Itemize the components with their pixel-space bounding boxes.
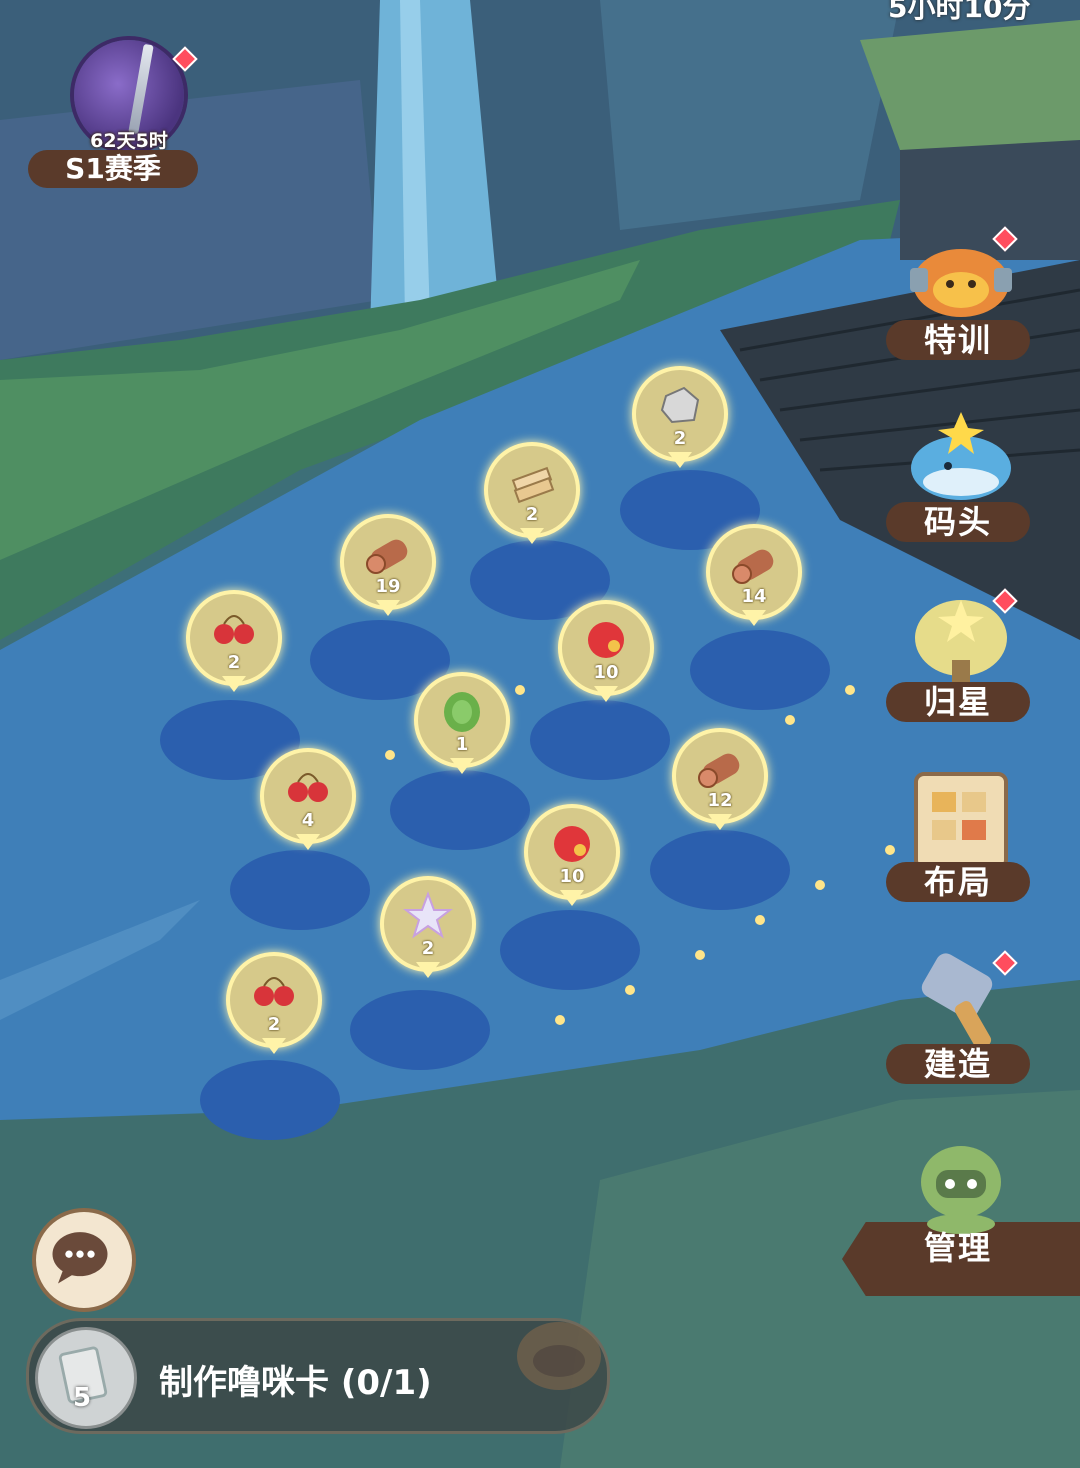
resource-bubble-log[interactable]: 19 bbox=[340, 514, 436, 624]
resource-bubble-berries[interactable]: 4 bbox=[260, 748, 356, 858]
resource-bubble-log[interactable]: 12 bbox=[672, 728, 768, 838]
resource-bubble-plank[interactable]: 2 bbox=[484, 442, 580, 552]
menu-training-button[interactable]: 特训 bbox=[878, 226, 1038, 378]
resource-count: 2 bbox=[227, 652, 241, 673]
menu-manage-label: 管理 bbox=[923, 1229, 992, 1267]
resource-count: 2 bbox=[673, 428, 687, 449]
red-fruit-icon bbox=[588, 622, 624, 658]
red-fruit-icon bbox=[554, 826, 590, 862]
season-time-left: 62天5时 bbox=[90, 130, 168, 152]
menu-star-button[interactable]: 归星 bbox=[878, 588, 1038, 740]
card-icon bbox=[35, 1327, 137, 1429]
star-crystal-icon bbox=[403, 891, 453, 939]
menu-layout-button[interactable]: 布局 bbox=[878, 770, 1038, 920]
menu-dock-label: 码头 bbox=[886, 502, 1030, 542]
leaf-icon bbox=[444, 692, 480, 732]
task-bar[interactable]: 5 制作噜咪卡 (0/1) bbox=[26, 1318, 610, 1434]
menu-star-label: 归星 bbox=[886, 682, 1030, 722]
resource-bubble-berries[interactable]: 2 bbox=[226, 952, 322, 1062]
resource-bubble-red-fruit[interactable]: 10 bbox=[524, 804, 620, 914]
resource-count: 19 bbox=[375, 576, 401, 597]
menu-layout-label: 布局 bbox=[886, 862, 1030, 902]
resource-count: 2 bbox=[525, 504, 539, 525]
menu-build-label: 建造 bbox=[886, 1044, 1030, 1084]
log-icon bbox=[732, 549, 774, 584]
menu-manage-button[interactable]: 管理 bbox=[878, 1136, 1038, 1286]
berries-icon bbox=[214, 615, 254, 644]
log-icon bbox=[698, 753, 740, 788]
resource-count: 14 bbox=[741, 586, 767, 607]
raccoon-icon bbox=[517, 1322, 601, 1390]
berries-icon bbox=[288, 773, 328, 802]
resource-count: 1 bbox=[455, 734, 469, 755]
stone-icon bbox=[660, 386, 700, 424]
resource-bubble-leaf[interactable]: 1 bbox=[414, 672, 510, 782]
resource-count: 2 bbox=[421, 938, 435, 959]
resource-bubble-berries[interactable]: 2 bbox=[186, 590, 282, 700]
menu-build-button[interactable]: 建造 bbox=[878, 950, 1038, 1102]
task-count: 5 bbox=[73, 1383, 92, 1413]
robot-icon bbox=[921, 1146, 1001, 1234]
resource-bubble-red-fruit[interactable]: 10 bbox=[558, 600, 654, 710]
resource-count: 12 bbox=[707, 790, 733, 811]
resource-bubble-stone[interactable]: 2 bbox=[632, 366, 728, 476]
blueprint-icon bbox=[914, 772, 1008, 870]
chat-button[interactable] bbox=[32, 1208, 136, 1312]
log-icon bbox=[366, 539, 408, 574]
plank-icon bbox=[511, 466, 555, 504]
resource-count: 4 bbox=[301, 810, 315, 831]
season-badge[interactable]: 62天5时 S1赛季 bbox=[24, 36, 204, 196]
resource-count: 2 bbox=[267, 1014, 281, 1035]
top-timer: 5小时10分 bbox=[888, 0, 1031, 24]
resource-count: 10 bbox=[593, 662, 619, 683]
resource-count: 10 bbox=[559, 866, 585, 887]
whale-icon bbox=[911, 412, 1011, 500]
chat-bubble-icon bbox=[52, 1232, 108, 1284]
menu-training-label: 特训 bbox=[886, 320, 1030, 360]
menu-dock-button[interactable]: 码头 bbox=[878, 410, 1038, 560]
season-label: S1赛季 bbox=[28, 150, 198, 188]
berries-icon bbox=[254, 977, 294, 1006]
task-text: 制作噜咪卡 (0/1) bbox=[159, 1363, 432, 1403]
resource-bubble-star-crystal[interactable]: 2 bbox=[380, 876, 476, 986]
resource-bubble-log[interactable]: 14 bbox=[706, 524, 802, 634]
